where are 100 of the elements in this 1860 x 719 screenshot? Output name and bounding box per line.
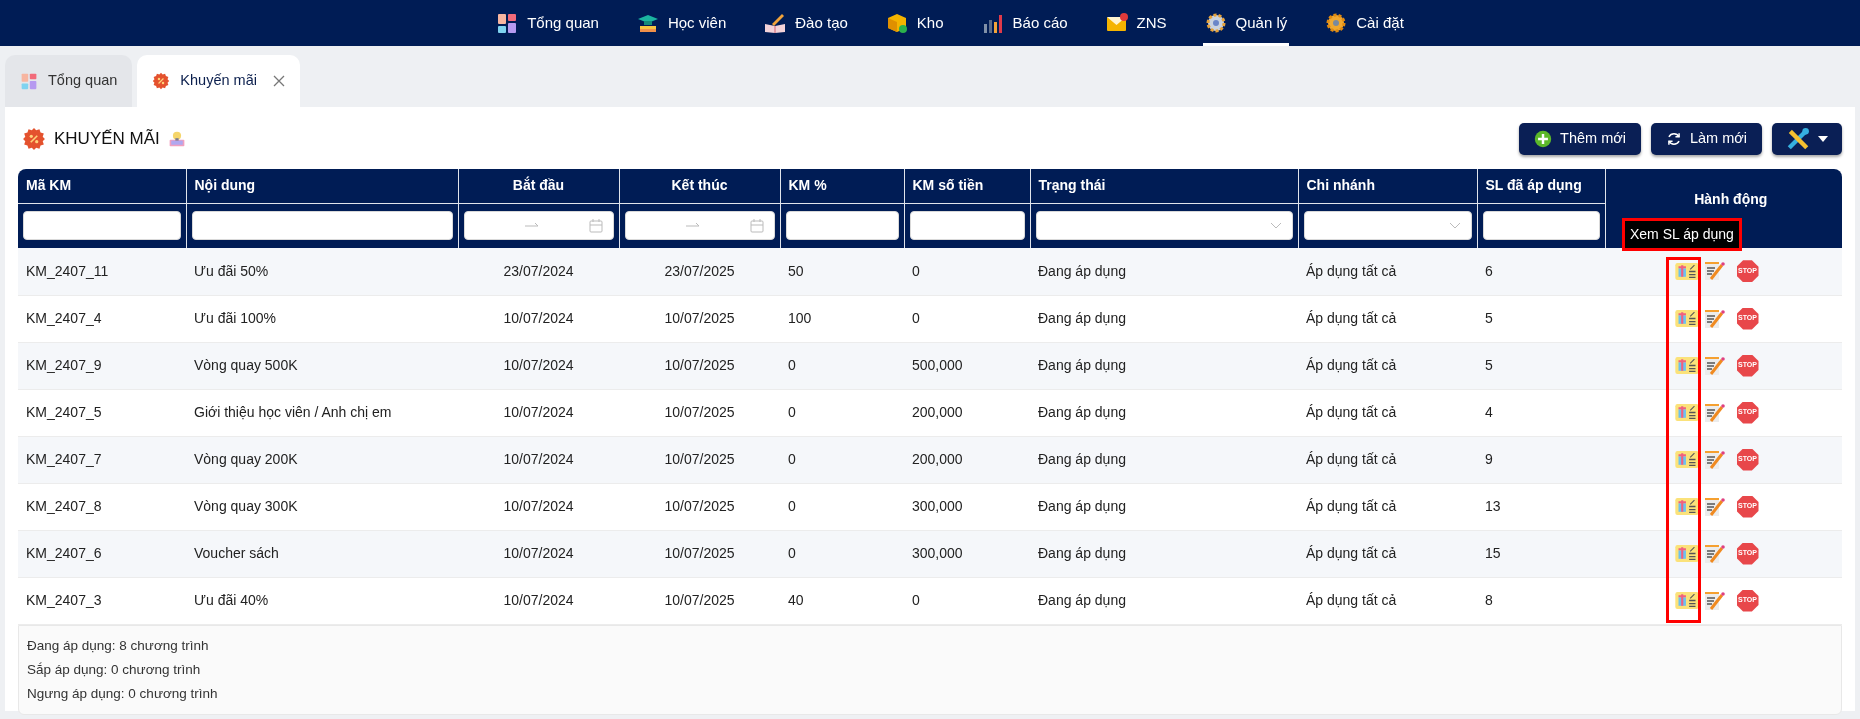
nav-item[interactable]: Đào tạo bbox=[762, 3, 850, 46]
table-cell: KM_2407_4 bbox=[18, 295, 186, 342]
tools-dropdown-button[interactable] bbox=[1772, 123, 1842, 155]
nav-item[interactable]: Tổng quan bbox=[494, 3, 601, 46]
column-header: KM số tiền bbox=[912, 177, 984, 194]
refresh-button[interactable]: Làm mới bbox=[1650, 123, 1762, 155]
calendar-icon bbox=[749, 218, 764, 233]
tab[interactable]: Tổng quan bbox=[5, 55, 133, 107]
table-cell: 100 bbox=[780, 295, 904, 342]
table-cell: 0 bbox=[780, 530, 904, 577]
table-cell: 200,000 bbox=[904, 436, 1030, 483]
box-icon bbox=[885, 12, 908, 34]
table-cell: 0 bbox=[780, 436, 904, 483]
nav-item[interactable]: ZNS bbox=[1103, 3, 1169, 46]
table-cell: Áp dụng tất cả bbox=[1298, 342, 1477, 389]
table-cell: 0 bbox=[780, 342, 904, 389]
table-cell: 10/07/2024 bbox=[458, 483, 619, 530]
book-pencil-icon bbox=[764, 12, 787, 34]
filter-field[interactable] bbox=[785, 211, 899, 241]
plus-icon bbox=[1534, 130, 1553, 148]
dropdown-field[interactable] bbox=[1303, 211, 1472, 241]
dropdown-field[interactable] bbox=[1035, 211, 1293, 241]
add-button[interactable]: Thêm mới bbox=[1519, 123, 1641, 155]
gift-list-icon[interactable] bbox=[1674, 545, 1699, 562]
table-cell: 40 bbox=[780, 577, 904, 624]
table-cell: 0 bbox=[904, 248, 1030, 295]
table-cell: Đang áp dụng bbox=[1030, 577, 1298, 624]
nav-item[interactable]: Kho bbox=[883, 3, 946, 46]
nav-item[interactable]: Học viên bbox=[634, 3, 729, 46]
table-cell: 10/07/2025 bbox=[619, 389, 780, 436]
column-header: Trạng thái bbox=[1038, 177, 1106, 194]
table-cell: 10/07/2024 bbox=[458, 342, 619, 389]
filter-field[interactable] bbox=[191, 211, 453, 241]
column-header: Kết thúc bbox=[671, 177, 728, 194]
table-cell: 4 bbox=[1477, 389, 1605, 436]
table-cell: Đang áp dụng bbox=[1030, 389, 1298, 436]
table-cell: 10/07/2024 bbox=[458, 577, 619, 624]
edit-icon[interactable] bbox=[1704, 261, 1725, 282]
table-cell: 10/07/2025 bbox=[619, 483, 780, 530]
edit-icon[interactable] bbox=[1704, 355, 1725, 376]
summary-text: Sắp áp dụng: 0 chương trình bbox=[27, 660, 202, 679]
table-cell: Vòng quay 300K bbox=[186, 483, 458, 530]
filter-field[interactable] bbox=[909, 211, 1025, 241]
edit-icon[interactable] bbox=[1704, 449, 1725, 470]
table-cell: 10/07/2025 bbox=[619, 436, 780, 483]
tools-icon bbox=[1786, 127, 1810, 151]
badge-icon bbox=[22, 127, 46, 151]
gift-list-icon[interactable] bbox=[1674, 310, 1699, 327]
envelope-icon bbox=[1105, 12, 1128, 34]
nav-item[interactable]: Cài đặt bbox=[1323, 3, 1406, 46]
arrow-icon bbox=[524, 221, 539, 230]
table-cell: KM_2407_11 bbox=[18, 248, 186, 295]
table-cell: Đang áp dụng bbox=[1030, 530, 1298, 577]
date-range-field[interactable] bbox=[624, 211, 775, 241]
table-cell: 0 bbox=[904, 577, 1030, 624]
close-icon[interactable] bbox=[272, 75, 285, 87]
gift-list-icon[interactable] bbox=[1674, 262, 1699, 280]
table-cell: Áp dụng tất cả bbox=[1298, 483, 1477, 530]
table-cell: Áp dụng tất cả bbox=[1298, 295, 1477, 342]
table-cell: Đang áp dụng bbox=[1030, 248, 1298, 295]
tab[interactable]: Khuyến mãi bbox=[137, 55, 300, 107]
table-cell: Ưu đãi 40% bbox=[186, 577, 458, 624]
table-cell: KM_2407_9 bbox=[18, 342, 186, 389]
gear-icon bbox=[1325, 12, 1348, 34]
table-cell: 5 bbox=[1477, 295, 1605, 342]
table-cell: Voucher sách bbox=[186, 530, 458, 577]
filter-field[interactable] bbox=[23, 211, 181, 241]
column-header: Chi nhánh bbox=[1306, 177, 1375, 194]
page-title: KHUYẾN MÃI bbox=[54, 128, 160, 151]
table-cell: Đang áp dụng bbox=[1030, 342, 1298, 389]
gift-list-icon[interactable] bbox=[1674, 404, 1699, 421]
refresh-icon bbox=[1665, 131, 1682, 147]
table-cell: KM_2407_6 bbox=[18, 530, 186, 577]
table-cell: 500,000 bbox=[904, 342, 1030, 389]
table-cell: 9 bbox=[1477, 436, 1605, 483]
column-header: Nội dung bbox=[194, 177, 256, 194]
table-cell: 10/07/2025 bbox=[619, 295, 780, 342]
nav-item[interactable]: Báo cáo bbox=[979, 3, 1070, 46]
edit-icon[interactable] bbox=[1704, 402, 1725, 423]
table-cell: Giới thiệu học viên / Anh chị em bbox=[186, 389, 458, 436]
edit-icon[interactable] bbox=[1704, 590, 1725, 611]
filter-field[interactable] bbox=[1482, 211, 1600, 241]
table-cell: 10/07/2025 bbox=[619, 530, 780, 577]
gift-list-icon[interactable] bbox=[1674, 451, 1699, 468]
table-cell: Ưu đãi 50% bbox=[186, 248, 458, 295]
summary-text: Đang áp dụng: 8 chương trình bbox=[27, 636, 210, 655]
gift-list-icon[interactable] bbox=[1674, 498, 1699, 515]
table-cell: 10/07/2025 bbox=[619, 342, 780, 389]
nav-item[interactable]: Quản lý bbox=[1202, 3, 1290, 46]
grid-icon bbox=[496, 12, 519, 34]
table-cell: Áp dụng tất cả bbox=[1298, 577, 1477, 624]
gift-list-icon[interactable] bbox=[1674, 592, 1699, 609]
graduation-cap-icon bbox=[636, 12, 659, 34]
date-range-field[interactable] bbox=[463, 211, 614, 241]
table-cell: 50 bbox=[780, 248, 904, 295]
edit-icon[interactable] bbox=[1704, 543, 1725, 564]
edit-icon[interactable] bbox=[1704, 308, 1725, 329]
table-cell: 300,000 bbox=[904, 483, 1030, 530]
edit-icon[interactable] bbox=[1704, 496, 1725, 517]
gift-list-icon[interactable] bbox=[1674, 357, 1699, 374]
